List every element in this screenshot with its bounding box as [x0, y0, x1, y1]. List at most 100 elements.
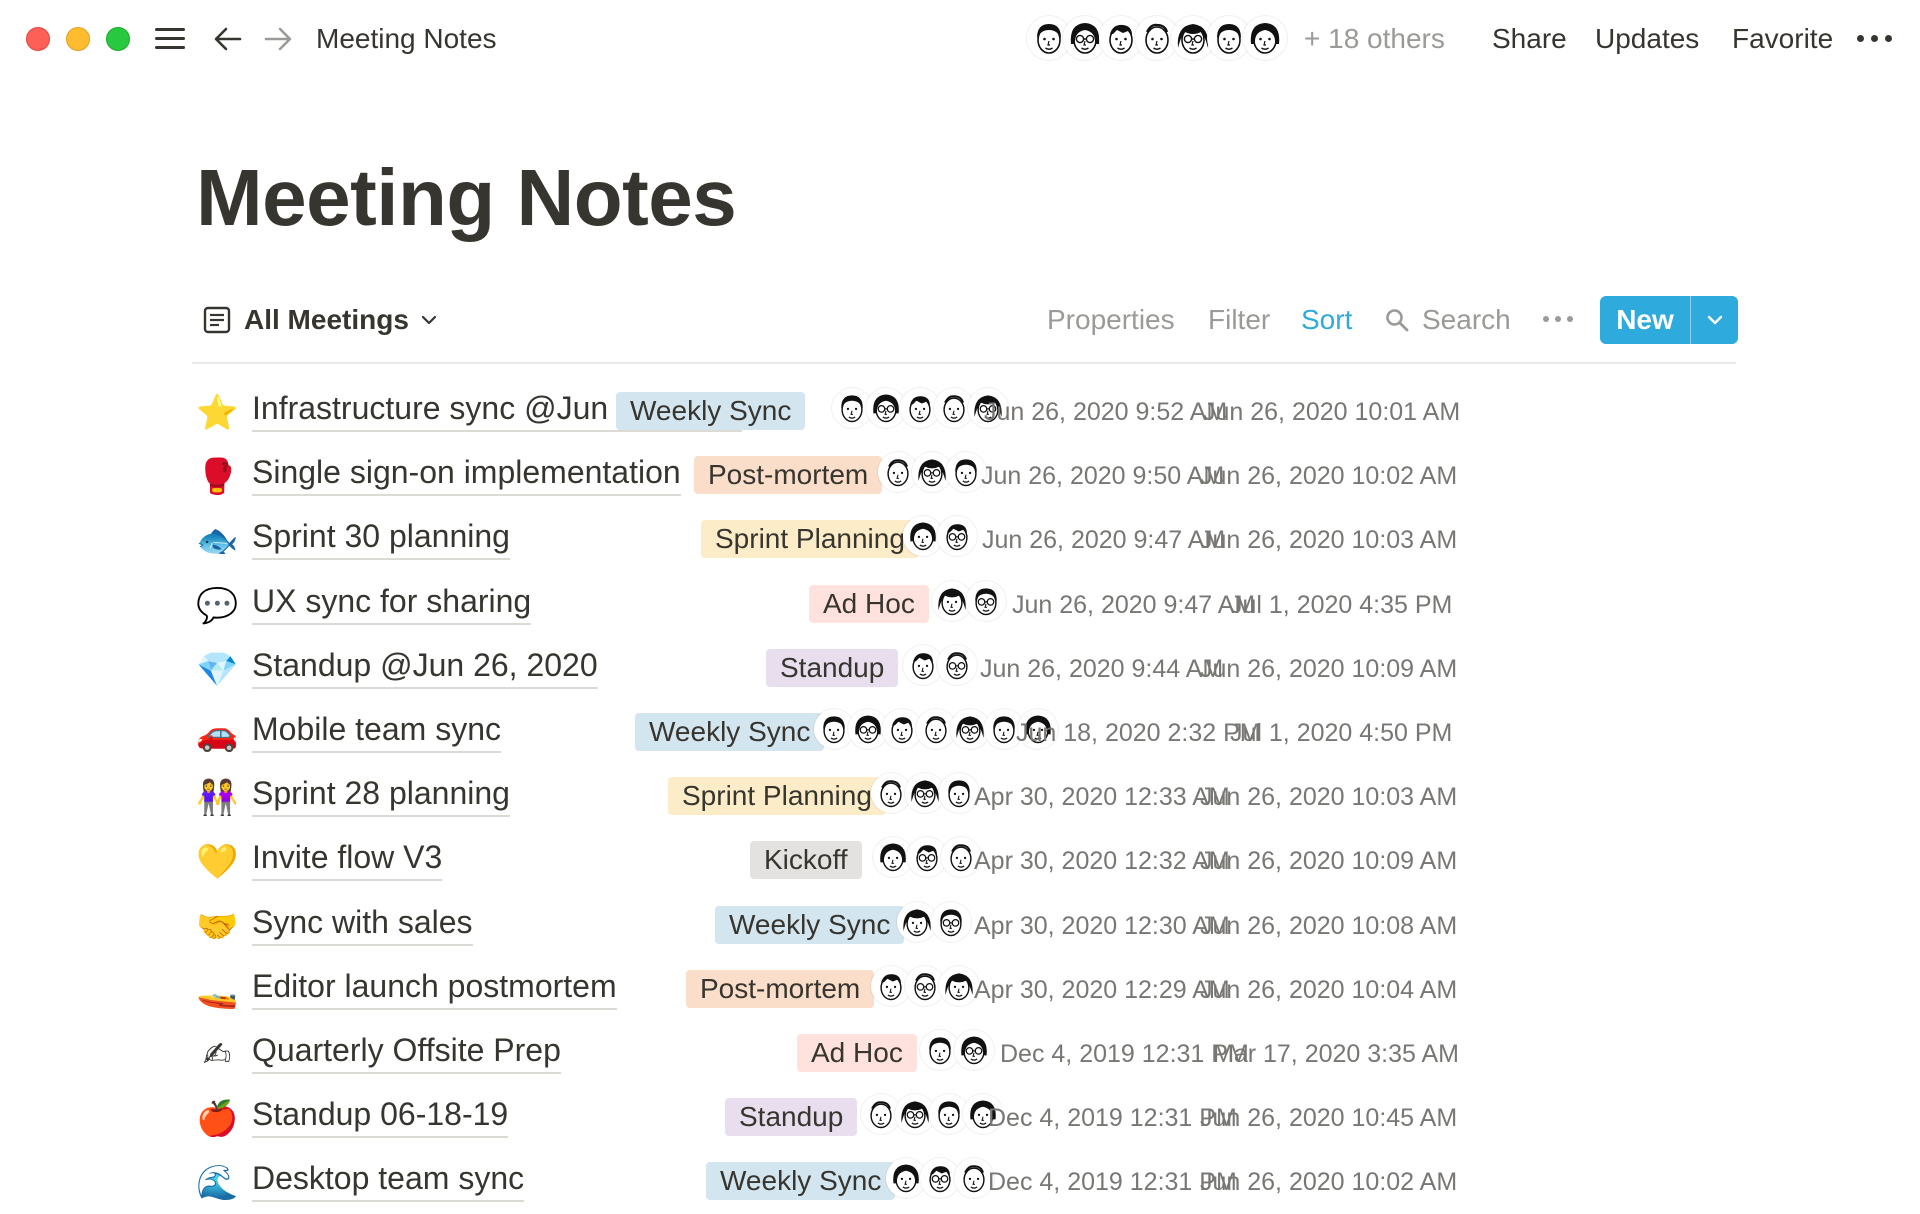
updates-button[interactable]: Updates — [1595, 20, 1699, 58]
meeting-type-tag: Sprint Planning — [668, 777, 886, 816]
meeting-title-link[interactable]: Quarterly Offsite Prep — [252, 1028, 561, 1074]
created-time: Apr 30, 2020 12:30 AM — [974, 911, 1230, 940]
attendee-avatars[interactable] — [932, 580, 1006, 629]
attendee-avatars[interactable] — [873, 837, 981, 885]
last-edited-time: Jun 26, 2020 10:09 AM — [1200, 654, 1458, 683]
attendee-avatar — [954, 1029, 994, 1070]
meeting-title-link[interactable]: Standup 06-18-19 — [252, 1092, 509, 1139]
breadcrumb[interactable]: Meeting Notes — [316, 20, 497, 58]
view-selector[interactable]: All Meetings — [202, 300, 439, 340]
page-emoji-icon: 💛 — [196, 842, 239, 883]
meeting-title-link[interactable]: Mobile team sync — [252, 707, 501, 753]
created-time: Jun 26, 2020 9:44 AM — [980, 654, 1224, 683]
meeting-type-tag: Weekly Sync — [616, 392, 806, 430]
attendee-avatars[interactable] — [903, 644, 977, 693]
last-edited-time: Jun 26, 2020 10:03 AM — [1200, 783, 1458, 812]
table-row[interactable]: 🐟 Sprint 30 planning Sprint Planning Jun 26… — [192, 508, 1736, 572]
meeting-title-link[interactable]: Desktop team sync — [252, 1156, 525, 1203]
created-time: Jun 26, 2020 9:52 AM — [984, 398, 1228, 426]
table-row[interactable]: 🤝 Sync with sales Weekly Sync Apr 30, 2020 … — [192, 894, 1736, 958]
table-row[interactable]: 🚤 Editor launch postmortem Post-mortem Apr … — [192, 958, 1736, 1022]
new-dropdown-chevron-icon[interactable] — [1691, 296, 1738, 344]
meeting-title-link[interactable]: UX sync for sharing — [252, 579, 532, 625]
created-time: Apr 30, 2020 12:29 AM — [974, 975, 1230, 1004]
meeting-type-tag: Ad Hoc — [797, 1033, 917, 1072]
attendee-avatars[interactable] — [871, 773, 979, 821]
attendee-avatars[interactable] — [903, 516, 977, 564]
back-arrow-icon[interactable] — [210, 22, 246, 56]
filter-button[interactable]: Filter — [1208, 300, 1270, 340]
meeting-title-link[interactable]: Sync with sales — [252, 900, 473, 946]
sort-button[interactable]: Sort — [1301, 300, 1352, 340]
search-icon — [1386, 309, 1409, 332]
close-window-button[interactable] — [26, 27, 50, 51]
collaborator-avatar[interactable] — [1243, 16, 1287, 60]
page-emoji-icon: ⭐ — [196, 393, 239, 433]
search-button[interactable]: Search — [1384, 300, 1511, 340]
table-row[interactable]: 💬 UX sync for sharing Ad Hoc Jun 26, 2020 9… — [192, 573, 1736, 637]
table-row[interactable]: ⭐ Infrastructure sync @Jun 26, 2020 Weekly… — [192, 380, 1736, 444]
share-button[interactable]: Share — [1492, 20, 1567, 58]
attendee-avatar — [937, 644, 977, 685]
page-emoji-icon: ✍ — [202, 1034, 232, 1075]
meeting-title-link[interactable]: Single sign-on implementation — [252, 450, 681, 497]
meeting-title-link[interactable]: Sprint 30 planning — [252, 514, 510, 561]
last-edited-time: Jun 26, 2020 10:08 AM — [1200, 911, 1458, 940]
collaborator-avatars[interactable] — [1027, 10, 1287, 66]
favorite-button[interactable]: Favorite — [1732, 20, 1833, 58]
page-emoji-icon: 🤝 — [196, 906, 239, 947]
search-label: Search — [1422, 304, 1511, 335]
window-titlebar: Meeting Notes + 18 others Share Updates … — [0, 0, 1920, 78]
last-edited-time: Jul 1, 2020 4:50 PM — [1230, 718, 1453, 747]
table-row[interactable]: 🚗 Mobile team sync Weekly Sync Jun 18, 2020… — [192, 701, 1736, 765]
forward-arrow-icon[interactable] — [260, 22, 296, 56]
page-emoji-icon: 🐟 — [196, 521, 239, 562]
new-button[interactable]: New — [1600, 296, 1738, 344]
list-view-icon — [203, 306, 231, 334]
page-emoji-icon: 🚗 — [196, 713, 239, 754]
attendee-avatars[interactable] — [878, 452, 986, 500]
created-time: Apr 30, 2020 12:32 AM — [974, 847, 1230, 876]
new-button-label[interactable]: New — [1600, 296, 1690, 344]
meeting-title-link[interactable]: Invite flow V3 — [252, 835, 443, 882]
more-options-icon[interactable] — [1855, 26, 1895, 50]
meeting-list: ⭐ Infrastructure sync @Jun 26, 2020 Weekly… — [192, 380, 1736, 1214]
more-options-icon[interactable] — [1541, 312, 1575, 326]
meeting-type-tag: Kickoff — [750, 841, 862, 880]
meeting-title-link[interactable]: Standup @Jun 26, 2020 — [252, 643, 598, 689]
last-edited-time: Jul 1, 2020 4:35 PM — [1230, 590, 1453, 619]
attendee-avatars[interactable] — [871, 965, 979, 1014]
last-edited-time: Jun 26, 2020 10:04 AM — [1200, 975, 1458, 1004]
meeting-type-tag: Sprint Planning — [701, 520, 919, 559]
table-row[interactable]: 👭 Sprint 28 planning Sprint Planning Apr 30… — [192, 765, 1736, 829]
meeting-type-tag: Weekly Sync — [635, 712, 825, 751]
meeting-title-link[interactable]: Editor launch postmortem — [252, 964, 617, 1010]
properties-button[interactable]: Properties — [1047, 300, 1175, 340]
attendee-avatars[interactable] — [886, 1158, 994, 1206]
minimize-window-button[interactable] — [66, 27, 90, 51]
table-row[interactable]: ✍ Quarterly Offsite Prep Ad Hoc Dec 4, 2019… — [192, 1022, 1736, 1086]
table-row[interactable]: 🍎 Standup 06-18-19 Standup Dec 4, 2019 12:3… — [192, 1086, 1736, 1150]
maximize-window-button[interactable] — [106, 27, 130, 51]
attendee-avatar — [939, 773, 979, 814]
database-toolbar: All Meetings Properties Filter Sort Sear… — [192, 288, 1738, 358]
table-row[interactable]: 💛 Invite flow V3 Kickoff Apr 30, 2020 12:32… — [192, 829, 1736, 893]
meeting-title-link[interactable]: Sprint 28 planning — [252, 771, 510, 818]
meeting-type-tag: Weekly Sync — [715, 905, 905, 944]
meeting-type-tag: Standup — [725, 1098, 858, 1137]
attendee-avatars[interactable] — [897, 901, 971, 950]
table-row[interactable]: 🥊 Single sign-on implementation Post-morte… — [192, 444, 1736, 508]
created-time: Jun 18, 2020 2:32 PM — [1016, 718, 1261, 747]
collaborators-more-count[interactable]: + 18 others — [1304, 20, 1445, 58]
attendee-avatars[interactable] — [920, 1029, 994, 1078]
attendee-avatars[interactable] — [832, 388, 1008, 436]
page-emoji-icon: 🥊 — [196, 457, 239, 498]
attendee-avatar — [946, 452, 986, 493]
page-title[interactable]: Meeting Notes — [196, 148, 737, 248]
page-emoji-icon: 💎 — [196, 649, 239, 690]
last-edited-time: Jun 26, 2020 10:02 AM — [1200, 1168, 1458, 1197]
table-row[interactable]: 🌊 Desktop team sync Weekly Sync Dec 4, 2019… — [192, 1150, 1736, 1214]
sidebar-menu-icon[interactable] — [152, 23, 188, 55]
table-row[interactable]: 💎 Standup @Jun 26, 2020 Standup Jun 26, 202… — [192, 637, 1736, 701]
attendee-avatars[interactable] — [861, 1094, 1003, 1142]
